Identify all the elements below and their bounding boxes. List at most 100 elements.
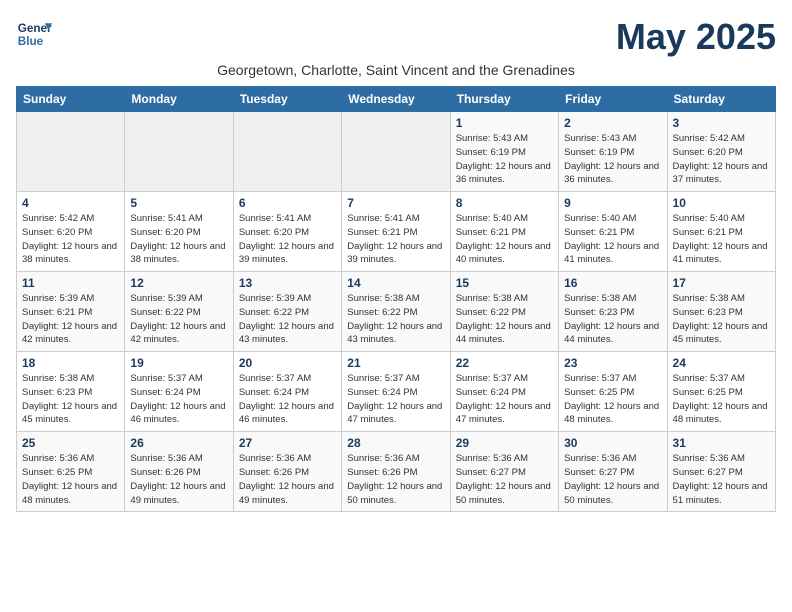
day-info: Sunrise: 5:36 AM Sunset: 6:26 PM Dayligh… (239, 452, 336, 507)
day-info: Sunrise: 5:39 AM Sunset: 6:22 PM Dayligh… (130, 292, 227, 347)
calendar-cell: 4 Sunrise: 5:42 AM Sunset: 6:20 PM Daylig… (17, 192, 125, 272)
day-number: 14 (347, 276, 444, 290)
calendar-cell: 23 Sunrise: 5:37 AM Sunset: 6:25 PM Dayli… (559, 352, 667, 432)
day-info: Sunrise: 5:40 AM Sunset: 6:21 PM Dayligh… (564, 212, 661, 267)
column-header-sunday: Sunday (17, 87, 125, 112)
day-info: Sunrise: 5:41 AM Sunset: 6:21 PM Dayligh… (347, 212, 444, 267)
day-info: Sunrise: 5:37 AM Sunset: 6:24 PM Dayligh… (347, 372, 444, 427)
day-info: Sunrise: 5:40 AM Sunset: 6:21 PM Dayligh… (456, 212, 553, 267)
day-number: 5 (130, 196, 227, 210)
day-info: Sunrise: 5:36 AM Sunset: 6:27 PM Dayligh… (564, 452, 661, 507)
day-info: Sunrise: 5:42 AM Sunset: 6:20 PM Dayligh… (22, 212, 119, 267)
day-number: 25 (22, 436, 119, 450)
day-number: 27 (239, 436, 336, 450)
day-info: Sunrise: 5:38 AM Sunset: 6:22 PM Dayligh… (347, 292, 444, 347)
day-number: 9 (564, 196, 661, 210)
day-info: Sunrise: 5:38 AM Sunset: 6:23 PM Dayligh… (564, 292, 661, 347)
calendar-cell: 25 Sunrise: 5:36 AM Sunset: 6:25 PM Dayli… (17, 432, 125, 512)
calendar-cell: 10 Sunrise: 5:40 AM Sunset: 6:21 PM Dayli… (667, 192, 775, 272)
day-number: 21 (347, 356, 444, 370)
calendar-cell: 26 Sunrise: 5:36 AM Sunset: 6:26 PM Dayli… (125, 432, 233, 512)
day-number: 8 (456, 196, 553, 210)
day-number: 1 (456, 116, 553, 130)
day-info: Sunrise: 5:36 AM Sunset: 6:27 PM Dayligh… (673, 452, 770, 507)
day-number: 29 (456, 436, 553, 450)
day-number: 18 (22, 356, 119, 370)
column-header-thursday: Thursday (450, 87, 558, 112)
day-number: 6 (239, 196, 336, 210)
day-info: Sunrise: 5:36 AM Sunset: 6:25 PM Dayligh… (22, 452, 119, 507)
calendar-week-row: 11 Sunrise: 5:39 AM Sunset: 6:21 PM Dayli… (17, 272, 776, 352)
calendar-cell: 7 Sunrise: 5:41 AM Sunset: 6:21 PM Daylig… (342, 192, 450, 272)
calendar-cell: 13 Sunrise: 5:39 AM Sunset: 6:22 PM Dayli… (233, 272, 341, 352)
day-number: 4 (22, 196, 119, 210)
column-header-saturday: Saturday (667, 87, 775, 112)
day-info: Sunrise: 5:41 AM Sunset: 6:20 PM Dayligh… (130, 212, 227, 267)
day-number: 15 (456, 276, 553, 290)
column-header-tuesday: Tuesday (233, 87, 341, 112)
calendar-cell: 1 Sunrise: 5:43 AM Sunset: 6:19 PM Daylig… (450, 112, 558, 192)
day-info: Sunrise: 5:41 AM Sunset: 6:20 PM Dayligh… (239, 212, 336, 267)
page-header: General Blue May 2025 (16, 16, 776, 58)
column-header-wednesday: Wednesday (342, 87, 450, 112)
day-number: 30 (564, 436, 661, 450)
calendar-cell: 19Sunrise: 5:37 AM Sunset: 6:24 PM Dayli… (125, 352, 233, 432)
calendar-cell: 14 Sunrise: 5:38 AM Sunset: 6:22 PM Dayli… (342, 272, 450, 352)
day-info: Sunrise: 5:36 AM Sunset: 6:27 PM Dayligh… (456, 452, 553, 507)
day-info: Sunrise: 5:39 AM Sunset: 6:21 PM Dayligh… (22, 292, 119, 347)
calendar-cell: 8 Sunrise: 5:40 AM Sunset: 6:21 PM Daylig… (450, 192, 558, 272)
day-info: Sunrise: 5:37 AM Sunset: 6:25 PM Dayligh… (673, 372, 770, 427)
column-header-monday: Monday (125, 87, 233, 112)
calendar-cell: 18 Sunrise: 5:38 AM Sunset: 6:23 PM Dayli… (17, 352, 125, 432)
day-info: Sunrise: 5:37 AM Sunset: 6:24 PM Dayligh… (456, 372, 553, 427)
calendar-cell: 24Sunrise: 5:37 AM Sunset: 6:25 PM Dayli… (667, 352, 775, 432)
calendar-week-row: 18 Sunrise: 5:38 AM Sunset: 6:23 PM Dayli… (17, 352, 776, 432)
day-info: Sunrise: 5:37 AM Sunset: 6:24 PM Dayligh… (239, 372, 336, 427)
calendar-cell: 31 Sunrise: 5:36 AM Sunset: 6:27 PM Dayli… (667, 432, 775, 512)
day-number: 12 (130, 276, 227, 290)
calendar-cell: 3 Sunrise: 5:42 AM Sunset: 6:20 PM Daylig… (667, 112, 775, 192)
calendar-cell: 17Sunrise: 5:38 AM Sunset: 6:23 PM Dayli… (667, 272, 775, 352)
svg-text:Blue: Blue (18, 35, 44, 48)
day-number: 13 (239, 276, 336, 290)
day-info: Sunrise: 5:38 AM Sunset: 6:23 PM Dayligh… (673, 292, 770, 347)
logo-icon: General Blue (16, 16, 52, 52)
day-number: 7 (347, 196, 444, 210)
calendar-cell (233, 112, 341, 192)
calendar-cell: 27 Sunrise: 5:36 AM Sunset: 6:26 PM Dayli… (233, 432, 341, 512)
calendar-cell (17, 112, 125, 192)
calendar-cell: 29 Sunrise: 5:36 AM Sunset: 6:27 PM Dayli… (450, 432, 558, 512)
calendar-cell: 20Sunrise: 5:37 AM Sunset: 6:24 PM Dayli… (233, 352, 341, 432)
calendar-cell: 15Sunrise: 5:38 AM Sunset: 6:22 PM Dayli… (450, 272, 558, 352)
day-number: 31 (673, 436, 770, 450)
day-info: Sunrise: 5:39 AM Sunset: 6:22 PM Dayligh… (239, 292, 336, 347)
day-number: 26 (130, 436, 227, 450)
calendar-cell: 5 Sunrise: 5:41 AM Sunset: 6:20 PM Daylig… (125, 192, 233, 272)
day-info: Sunrise: 5:38 AM Sunset: 6:23 PM Dayligh… (22, 372, 119, 427)
day-number: 3 (673, 116, 770, 130)
day-info: Sunrise: 5:43 AM Sunset: 6:19 PM Dayligh… (456, 132, 553, 187)
calendar-cell: 28Sunrise: 5:36 AM Sunset: 6:26 PM Dayli… (342, 432, 450, 512)
day-number: 23 (564, 356, 661, 370)
day-number: 28 (347, 436, 444, 450)
day-info: Sunrise: 5:42 AM Sunset: 6:20 PM Dayligh… (673, 132, 770, 187)
calendar-cell: 21 Sunrise: 5:37 AM Sunset: 6:24 PM Dayli… (342, 352, 450, 432)
logo: General Blue (16, 16, 52, 52)
calendar-table: SundayMondayTuesdayWednesdayThursdayFrid… (16, 86, 776, 512)
day-info: Sunrise: 5:37 AM Sunset: 6:25 PM Dayligh… (564, 372, 661, 427)
calendar-cell: 11 Sunrise: 5:39 AM Sunset: 6:21 PM Dayli… (17, 272, 125, 352)
calendar-cell: 16Sunrise: 5:38 AM Sunset: 6:23 PM Dayli… (559, 272, 667, 352)
day-info: Sunrise: 5:36 AM Sunset: 6:26 PM Dayligh… (130, 452, 227, 507)
day-number: 10 (673, 196, 770, 210)
calendar-week-row: 25 Sunrise: 5:36 AM Sunset: 6:25 PM Dayli… (17, 432, 776, 512)
calendar-cell: 12 Sunrise: 5:39 AM Sunset: 6:22 PM Dayli… (125, 272, 233, 352)
calendar-cell: 2Sunrise: 5:43 AM Sunset: 6:19 PM Daylig… (559, 112, 667, 192)
month-title: May 2025 (616, 16, 776, 58)
day-number: 11 (22, 276, 119, 290)
calendar-header-row: SundayMondayTuesdayWednesdayThursdayFrid… (17, 87, 776, 112)
calendar-cell: 6 Sunrise: 5:41 AM Sunset: 6:20 PM Daylig… (233, 192, 341, 272)
calendar-subtitle: Georgetown, Charlotte, Saint Vincent and… (16, 62, 776, 78)
column-header-friday: Friday (559, 87, 667, 112)
calendar-cell (125, 112, 233, 192)
day-info: Sunrise: 5:40 AM Sunset: 6:21 PM Dayligh… (673, 212, 770, 267)
